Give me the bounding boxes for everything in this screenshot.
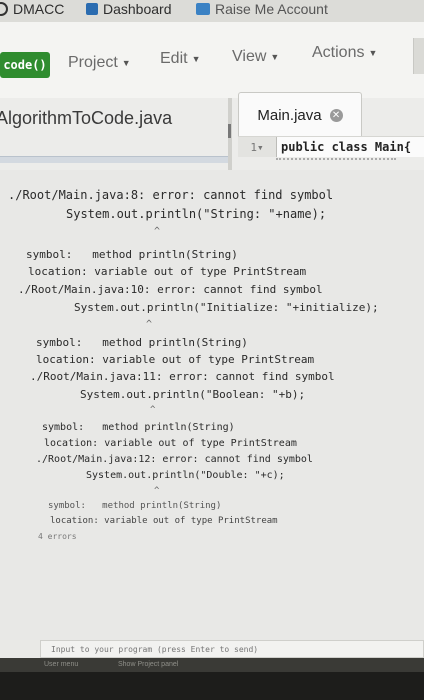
console-line: System.out.println("Boolean: "+b); bbox=[80, 388, 306, 401]
menu-edit-label: Edit bbox=[160, 50, 188, 67]
bookmark-dashboard[interactable]: Dashboard bbox=[86, 1, 172, 17]
menubar-edge bbox=[413, 38, 424, 74]
code-logo-button[interactable]: code() bbox=[0, 52, 50, 78]
resize-handle-icon bbox=[228, 124, 231, 138]
raiseme-icon bbox=[196, 3, 210, 15]
console-caret: ^ bbox=[154, 226, 161, 237]
menu-project-label: Project bbox=[68, 54, 118, 71]
menu-view-label: View bbox=[232, 48, 267, 65]
menu-actions[interactable]: Actions ▼ bbox=[312, 44, 377, 62]
console-line: ./Root/Main.java:8: error: cannot find s… bbox=[8, 188, 334, 202]
console-line: symbol: method println(String) bbox=[48, 501, 222, 511]
user-menu-link[interactable]: User menu bbox=[44, 661, 78, 668]
console-line: ./Root/Main.java:12: error: cannot find … bbox=[36, 454, 313, 465]
console-line: symbol: method println(String) bbox=[26, 248, 238, 261]
footer: User menu Show Project panel bbox=[0, 658, 424, 700]
console-line: symbol: method println(String) bbox=[36, 336, 248, 349]
console-line: symbol: method println(String) bbox=[42, 422, 235, 433]
menu-view[interactable]: View ▼ bbox=[232, 48, 279, 66]
chevron-down-icon: ▼ bbox=[368, 48, 378, 58]
program-input-field[interactable] bbox=[40, 640, 424, 658]
dashboard-icon bbox=[86, 3, 98, 15]
bookmark-label: Raise Me Account bbox=[215, 1, 328, 17]
chevron-down-icon: ▼ bbox=[191, 54, 201, 64]
pane-divider[interactable] bbox=[228, 98, 232, 170]
file-tab-algorithm[interactable]: AlgorithmToCode.java bbox=[0, 108, 172, 129]
chevron-down-icon: ▼ bbox=[121, 58, 131, 68]
project-panel-link[interactable]: Show Project panel bbox=[118, 661, 178, 668]
console-line: System.out.println("Initialize: "+initia… bbox=[74, 301, 379, 314]
console-caret: ^ bbox=[150, 405, 156, 415]
console-line: location: variable out of type PrintStre… bbox=[44, 438, 297, 449]
menu-edit[interactable]: Edit ▼ bbox=[160, 50, 201, 68]
console-line: System.out.println("String: "+name); bbox=[66, 207, 327, 221]
code-text: public class Main{ bbox=[281, 140, 412, 154]
console-line: ./Root/Main.java:11: error: cannot find … bbox=[30, 370, 335, 383]
bookmark-label: DMACC bbox=[13, 1, 65, 17]
line-number: 1 ▾ bbox=[238, 137, 277, 157]
console-line: location: variable out of type PrintStre… bbox=[50, 516, 278, 526]
left-pane-underline bbox=[0, 156, 228, 163]
console-line: location: variable out of type PrintStre… bbox=[28, 265, 307, 278]
console-line: System.out.println("Double: "+c); bbox=[86, 470, 285, 481]
menu-actions-label: Actions bbox=[312, 44, 365, 61]
chevron-down-icon: ▼ bbox=[270, 52, 280, 62]
close-icon[interactable]: ✕ bbox=[329, 108, 343, 122]
editor-tabs: AlgorithmToCode.java Main.java ✕ 1 ▾ publ… bbox=[0, 92, 424, 170]
footer-band: User menu Show Project panel bbox=[0, 658, 424, 672]
console-output: ./Root/Main.java:8: error: cannot find s… bbox=[0, 170, 424, 640]
code-overflow-line bbox=[276, 158, 396, 163]
bookmark-dmacc[interactable]: DMACC bbox=[0, 1, 64, 17]
console-line: 4 errors bbox=[38, 532, 77, 541]
tab-main-java[interactable]: Main.java ✕ bbox=[238, 92, 362, 137]
code-editor-line[interactable]: 1 ▾ public class Main{ bbox=[238, 136, 424, 157]
bookmark-raiseme[interactable]: Raise Me Account bbox=[196, 1, 328, 17]
app-menubar: code() Project ▼ Edit ▼ View ▼ Actions ▼ bbox=[0, 22, 424, 99]
console-caret: ^ bbox=[154, 486, 160, 496]
console-line: ./Root/Main.java:10: error: cannot find … bbox=[18, 283, 323, 296]
console-line: location: variable out of type PrintStre… bbox=[36, 353, 315, 366]
line-number-text: 1 bbox=[250, 140, 257, 154]
menu-project[interactable]: Project ▼ bbox=[68, 54, 131, 72]
tab-main-label: Main.java bbox=[257, 106, 322, 124]
dmacc-icon bbox=[0, 2, 8, 16]
console-caret: ^ bbox=[146, 319, 153, 330]
bookmark-label: Dashboard bbox=[103, 1, 172, 17]
bookmarks-bar: DMACC Dashboard Raise Me Account bbox=[0, 0, 424, 22]
